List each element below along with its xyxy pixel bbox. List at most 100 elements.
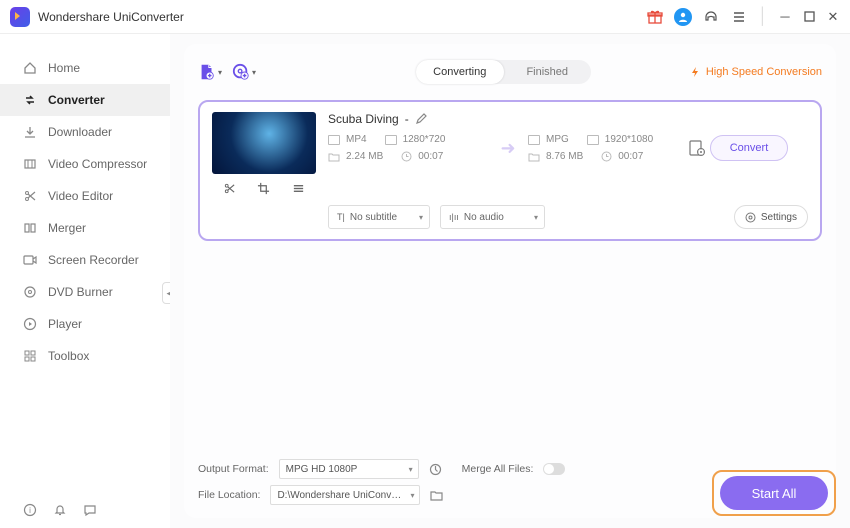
file-location-select[interactable]: D:\Wondershare UniConverter	[270, 485, 420, 505]
sidebar-item-screen-recorder[interactable]: Screen Recorder	[0, 244, 170, 276]
tab-converting[interactable]: Converting	[416, 60, 504, 84]
titlebar: Wondershare UniConverter │ ─ ✕	[0, 0, 850, 34]
close-button[interactable]: ✕	[826, 10, 840, 24]
bell-icon[interactable]	[52, 502, 68, 518]
gpu-icon[interactable]	[429, 463, 442, 476]
gift-icon[interactable]	[646, 8, 664, 26]
resolution-icon	[587, 135, 599, 145]
file-location-label: File Location:	[198, 489, 260, 501]
sidebar-item-label: Home	[48, 61, 80, 75]
arrow-icon: ➜	[488, 138, 528, 159]
video-thumbnail[interactable]	[212, 112, 316, 174]
sidebar-item-player[interactable]: Player	[0, 308, 170, 340]
audio-value: No audio	[464, 212, 504, 223]
subtitle-select[interactable]: T| No subtitle	[328, 205, 430, 229]
dst-duration: 00:07	[618, 151, 643, 162]
file-title: Scuba Diving	[328, 112, 399, 126]
sidebar-item-label: Toolbox	[48, 349, 89, 363]
trim-icon[interactable]	[223, 182, 236, 195]
src-format: MP4	[346, 134, 367, 145]
bolt-icon	[689, 66, 701, 78]
edit-title-icon[interactable]	[415, 113, 427, 125]
resolution-icon	[385, 135, 397, 145]
svg-text:i: i	[29, 506, 31, 515]
add-dvd-button[interactable]: ▾	[232, 60, 256, 84]
sidebar-item-label: Video Editor	[48, 189, 113, 203]
sidebar-item-video-compressor[interactable]: Video Compressor	[0, 148, 170, 180]
merge-toggle[interactable]	[543, 463, 565, 475]
user-avatar[interactable]	[674, 8, 692, 26]
dst-format: MPG	[546, 134, 569, 145]
sidebar-item-label: Downloader	[48, 125, 112, 139]
scissors-icon	[22, 188, 38, 204]
toolbox-icon	[22, 348, 38, 364]
output-settings-icon[interactable]	[688, 139, 710, 157]
file-card: Scuba Diving - MP4 1280*720	[198, 100, 822, 241]
app-title: Wondershare UniConverter	[38, 10, 184, 24]
sidebar-item-home[interactable]: Home	[0, 52, 170, 84]
sidebar-item-label: Video Compressor	[48, 157, 147, 171]
settings-button[interactable]: Settings	[734, 205, 808, 229]
start-all-button[interactable]: Start All	[720, 476, 828, 510]
dst-resolution: 1920*1080	[605, 134, 653, 145]
sidebar-item-downloader[interactable]: Downloader	[0, 116, 170, 148]
sidebar-item-merger[interactable]: Merger	[0, 212, 170, 244]
gear-icon	[745, 212, 756, 223]
compress-icon	[22, 156, 38, 172]
sidebar-item-label: Screen Recorder	[48, 253, 139, 267]
src-resolution: 1280*720	[403, 134, 446, 145]
sidebar-item-label: Converter	[48, 93, 105, 107]
merge-label: Merge All Files:	[462, 463, 534, 475]
sidebar-item-toolbox[interactable]: Toolbox	[0, 340, 170, 372]
download-icon	[22, 124, 38, 140]
home-icon	[22, 60, 38, 76]
format-icon	[328, 135, 340, 145]
convert-button[interactable]: Convert	[710, 135, 788, 161]
sidebar: Home Converter Downloader Video Compress…	[0, 34, 170, 528]
audio-select[interactable]: ı|ıı No audio	[440, 205, 545, 229]
sidebar-item-label: Player	[48, 317, 82, 331]
src-size: 2.24 MB	[346, 151, 383, 162]
file-location-value: D:\Wondershare UniConverter	[277, 490, 403, 501]
title-separator: -	[405, 112, 409, 126]
sidebar-item-dvd-burner[interactable]: DVD Burner	[0, 276, 170, 308]
clock-icon	[401, 151, 412, 162]
more-icon[interactable]	[292, 182, 305, 195]
sidebar-item-video-editor[interactable]: Video Editor	[0, 180, 170, 212]
output-format-label: Output Format:	[198, 463, 269, 475]
merge-icon	[22, 220, 38, 236]
high-speed-conversion-button[interactable]: High Speed Conversion	[689, 66, 822, 78]
feedback-icon[interactable]	[82, 502, 98, 518]
chevron-down-icon: ▾	[218, 68, 222, 77]
content-area: ▾ ▾ Converting Finished High Speed Conve…	[170, 34, 850, 528]
converter-icon	[22, 92, 38, 108]
app-logo	[10, 7, 30, 27]
sidebar-item-label: Merger	[48, 221, 86, 235]
dvd-icon	[22, 284, 38, 300]
sidebar-item-label: DVD Burner	[48, 285, 113, 299]
clock-icon	[601, 151, 612, 162]
add-file-button[interactable]: ▾	[198, 60, 222, 84]
format-icon	[528, 135, 540, 145]
output-format-value: MPG HD 1080P	[286, 464, 358, 475]
audio-icon: ı|ıı	[449, 212, 459, 222]
about-icon[interactable]: i	[22, 502, 38, 518]
menu-icon[interactable]	[730, 8, 748, 26]
tab-group: Converting Finished	[416, 60, 591, 84]
output-format-select[interactable]: MPG HD 1080P	[279, 459, 419, 479]
hsc-label: High Speed Conversion	[706, 66, 822, 78]
record-icon	[22, 252, 38, 268]
dst-size: 8.76 MB	[546, 151, 583, 162]
chevron-down-icon: ▾	[252, 68, 256, 77]
folder-icon	[528, 152, 540, 162]
tab-finished[interactable]: Finished	[504, 60, 592, 84]
support-icon[interactable]	[702, 8, 720, 26]
crop-icon[interactable]	[257, 182, 270, 195]
sidebar-item-converter[interactable]: Converter	[0, 84, 170, 116]
subtitle-value: No subtitle	[350, 212, 397, 223]
minimize-button[interactable]: ─	[778, 10, 792, 24]
open-folder-icon[interactable]	[430, 489, 443, 501]
folder-icon	[328, 152, 340, 162]
settings-label: Settings	[761, 212, 797, 223]
maximize-button[interactable]	[802, 10, 816, 24]
